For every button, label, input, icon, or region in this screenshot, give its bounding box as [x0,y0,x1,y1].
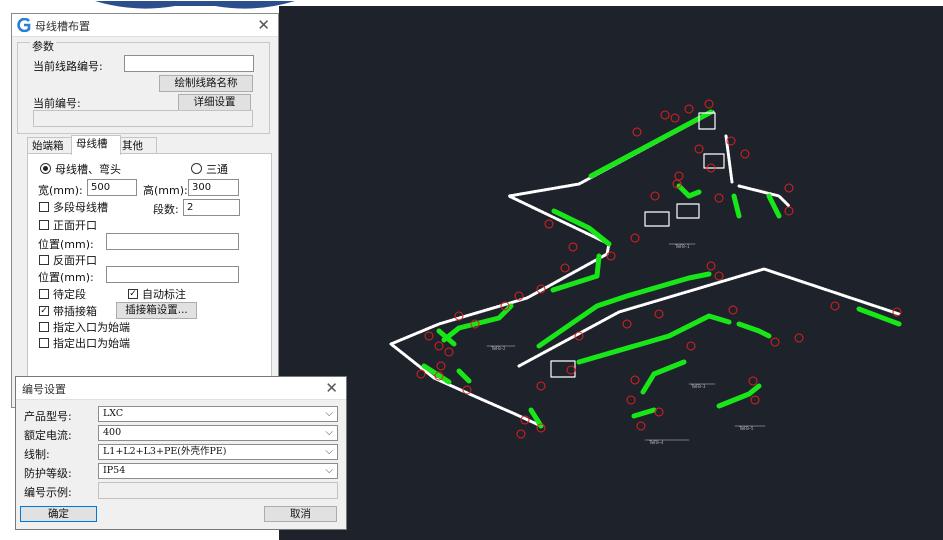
cad-drawing-canvas[interactable]: TWFB—1 TWFB—2 TWFB—3 TWFB—4 TWFB—5 [279,6,943,540]
number-example-field [98,482,338,499]
detail-settings-button[interactable]: 详细设置 [178,94,251,111]
wiring-value: L1+L2+L3+PE(外壳作PE) [103,446,227,457]
entry-as-start-checkbox[interactable] [39,322,49,332]
radio-tee[interactable] [191,163,202,174]
radio-busbar-elbow[interactable] [40,163,51,174]
background-graphic [95,0,295,9]
segments-label: 段数: [153,203,179,216]
rated-current-select[interactable]: 400 ⌵ [98,425,338,441]
plugbox-settings-button[interactable]: 插接箱设置... [116,302,197,319]
with-plugbox-label: 带插接箱 [53,305,97,318]
current-no-field [33,110,253,127]
segments-input[interactable]: 2 [183,199,240,216]
draw-line-name-button[interactable]: 绘制线路名称 [159,75,253,92]
multi-busbar-label: 多段母线槽 [53,201,108,214]
close-icon[interactable]: ✕ [257,16,270,34]
with-plugbox-checkbox[interactable]: ✓ [39,306,49,316]
back-position-label: 位置(mm): [38,271,94,284]
product-model-label: 产品型号: [24,410,72,423]
params-group-title: 参数 [30,38,56,54]
chevron-down-icon: ⌵ [325,465,333,476]
busbar-isometric-drawing: TWFB—1 TWFB—2 TWFB—3 TWFB—4 TWFB—5 [389,99,902,445]
app-logo-icon [17,18,31,32]
back-position-input[interactable] [106,266,239,283]
wiring-select[interactable]: L1+L2+L3+PE(外壳作PE) ⌵ [98,444,338,460]
numbering-dialog-title: 编号设置 [22,383,66,396]
protection-level-value: IP54 [103,465,126,476]
height-input[interactable]: 300 [188,179,239,196]
busbar-tag-3: TWFB—3 [691,384,706,389]
multi-busbar-checkbox[interactable] [39,202,49,212]
width-input[interactable]: 500 [87,179,137,196]
busbar-tag-4: TWFB—4 [649,440,664,445]
chevron-down-icon: ⌵ [325,427,333,438]
protection-level-select[interactable]: IP54 ⌵ [98,463,338,479]
current-line-label: 当前线路编号: [33,60,103,73]
numbering-close-icon[interactable]: ✕ [325,379,338,397]
product-model-value: LXC [103,408,124,419]
front-position-input[interactable] [106,233,239,250]
pending-segment-checkbox[interactable] [39,289,49,299]
height-label: 高(mm): [143,184,188,197]
back-open-checkbox[interactable] [39,255,49,265]
current-line-input[interactable] [124,55,254,72]
front-position-label: 位置(mm): [38,238,94,251]
ok-button[interactable]: 确定 [20,506,97,522]
width-label: 宽(mm): [38,184,83,197]
product-model-select[interactable]: LXC ⌵ [98,406,338,422]
dialog-title: 母线槽布置 [35,20,90,33]
auto-label-checkbox[interactable]: ✓ [128,289,138,299]
front-open-checkbox[interactable] [39,220,49,230]
numbering-settings-dialog: 编号设置 ✕ 产品型号: LXC ⌵ 额定电流: 400 ⌵ 线制: L1+L2… [15,376,347,530]
busbar-tag-2: TWFB—2 [491,346,506,351]
number-example-label: 编号示例: [24,486,72,499]
pending-segment-label: 待定段 [53,288,86,301]
entry-as-start-label: 指定入口为始端 [53,321,130,334]
wiring-label: 线制: [24,448,50,461]
rated-current-value: 400 [103,427,122,438]
auto-label-text: 自动标注 [142,288,186,301]
exit-as-start-checkbox[interactable] [39,338,49,348]
front-open-label: 正面开口 [53,219,97,232]
protection-level-label: 防护等级: [24,467,72,480]
cancel-button[interactable]: 取消 [264,506,337,522]
dialog-titlebar: 母线槽布置 ✕ [12,14,278,37]
tab-busbar[interactable]: 母线槽 [71,135,121,155]
current-no-label: 当前编号: [33,97,81,110]
busbar-layout-dialog: 母线槽布置 ✕ 参数 当前线路编号: 绘制线路名称 当前编号: 详细设置 始端箱… [11,13,279,415]
radio-tee-label: 三通 [206,163,228,176]
rated-current-label: 额定电流: [24,429,72,442]
radio-busbar-elbow-label: 母线槽、弯头 [55,163,121,176]
busbar-tag-1: TWFB—1 [675,244,690,249]
numbering-titlebar: 编号设置 ✕ [16,377,346,400]
chevron-down-icon: ⌵ [325,446,333,457]
back-open-label: 反面开口 [53,254,97,267]
busbar-tag-5: TWFB—5 [739,426,754,431]
exit-as-start-label: 指定出口为始端 [53,337,130,350]
chevron-down-icon: ⌵ [325,408,333,419]
